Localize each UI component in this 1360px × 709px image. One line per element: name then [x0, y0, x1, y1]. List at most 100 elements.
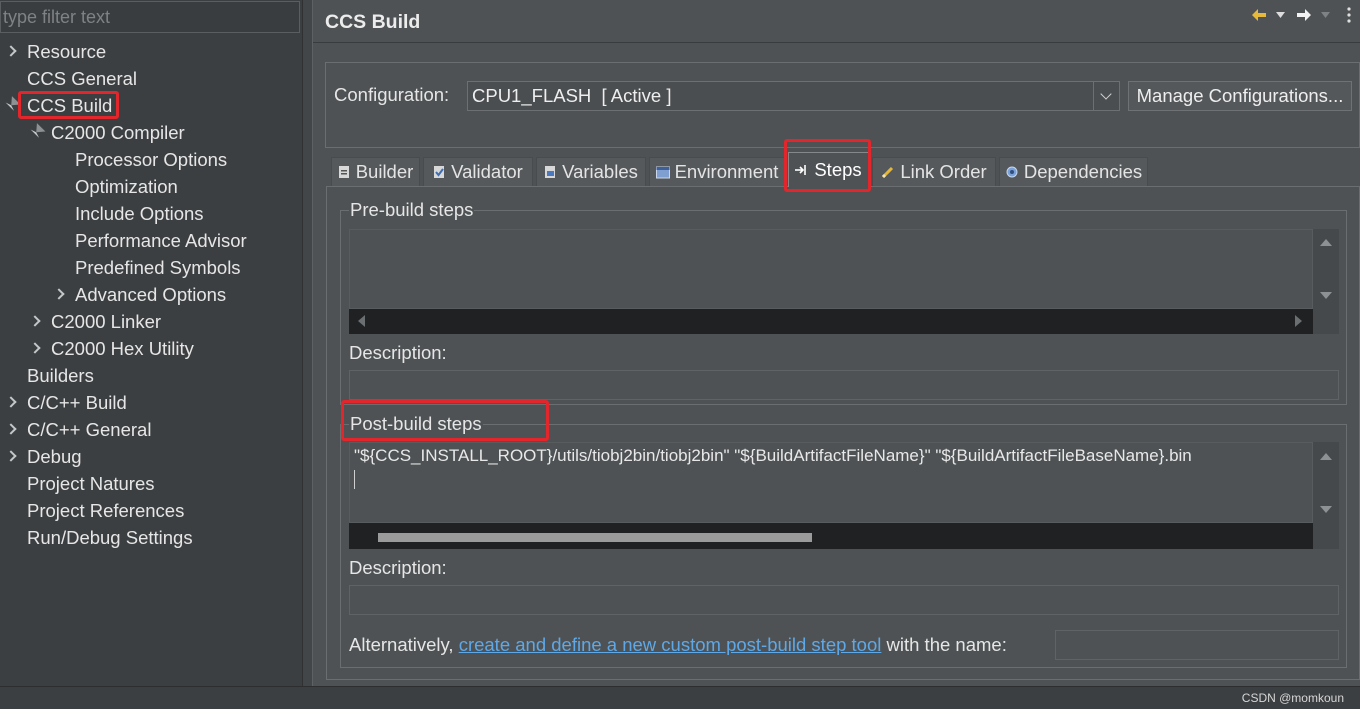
property-page: CCS Build Configuration: CPU1_FLASH [ Ac… — [313, 0, 1360, 686]
tab-label: Environment — [674, 161, 779, 182]
tree-item-label: CCS General — [27, 68, 138, 89]
pre-build-description-input[interactable] — [349, 370, 1339, 400]
post-build-command-text: "${CCS_INSTALL_ROOT}/utils/tiobj2bin/tio… — [354, 446, 1192, 465]
chevron-right-icon[interactable] — [29, 342, 41, 354]
tree-item-c2000-hex-utility[interactable]: C2000 Hex Utility — [0, 335, 300, 362]
back-history-menu-icon[interactable] — [1276, 7, 1285, 23]
tree-item-include-options[interactable]: Include Options — [0, 200, 300, 227]
variables-icon — [544, 165, 557, 179]
chevron-right-icon[interactable] — [53, 288, 65, 300]
tree-item-processor-options[interactable]: Processor Options — [0, 146, 300, 173]
scroll-up-arrow-icon[interactable] — [1320, 453, 1332, 460]
tree-item-label: Builders — [27, 365, 94, 386]
pre-build-description-label: Description: — [349, 342, 447, 363]
tree-item-ccs-general[interactable]: CCS General — [0, 65, 300, 92]
tree-item-label: C/C++ Build — [27, 392, 127, 413]
tree-item-c2000-compiler[interactable]: C2000 Compiler — [0, 119, 300, 146]
header-separator — [313, 42, 1360, 43]
tree-item-cpp-build[interactable]: C/C++ Build — [0, 389, 300, 416]
tree-item-c2000-linker[interactable]: C2000 Linker — [0, 308, 300, 335]
tree-item-optimization[interactable]: Optimization — [0, 173, 300, 200]
tree-item-label: C2000 Linker — [51, 311, 162, 332]
validator-icon — [433, 165, 446, 179]
chevron-right-icon[interactable] — [5, 423, 17, 435]
custom-tool-suffix: with the name: — [881, 634, 1007, 655]
configuration-value: CPU1_FLASH [ Active ] — [472, 85, 672, 106]
tree-item-label: Predefined Symbols — [75, 257, 241, 278]
tree-item-label: Advanced Options — [75, 284, 227, 305]
status-bar: CSDN @momkoun — [0, 686, 1360, 709]
tab-label: Dependencies — [1023, 161, 1143, 182]
tree-item-label: Debug — [27, 446, 82, 467]
tree-item-predefined-symbols[interactable]: Predefined Symbols — [0, 254, 300, 281]
tree-item-builders[interactable]: Builders — [0, 362, 300, 389]
tree-item-advanced-options[interactable]: Advanced Options — [0, 281, 300, 308]
chevron-right-icon[interactable] — [29, 315, 41, 327]
tab-label: Builder — [355, 161, 414, 182]
custom-tool-name-input[interactable] — [1055, 630, 1339, 660]
tree-item-debug[interactable]: Debug — [0, 443, 300, 470]
chevron-down-icon — [1100, 88, 1112, 100]
create-custom-step-tool-link[interactable]: create and define a new custom post-buil… — [459, 634, 882, 655]
configuration-select[interactable]: CPU1_FLASH [ Active ] — [467, 81, 1120, 111]
chevron-right-icon[interactable] — [5, 45, 17, 57]
post-build-vertical-scrollbar[interactable] — [1313, 442, 1339, 523]
scroll-left-arrow-icon[interactable] — [358, 315, 365, 327]
scroll-down-arrow-icon[interactable] — [1320, 292, 1332, 299]
post-build-steps-group: Post-build steps "${CCS_INSTALL_ROOT}/ut… — [340, 413, 1347, 668]
pre-build-horizontal-scrollbar[interactable] — [349, 309, 1313, 334]
scrollbar-corner — [1313, 309, 1339, 334]
forward-history-menu-icon[interactable] — [1321, 7, 1330, 23]
tree-item-label: Performance Advisor — [75, 230, 247, 251]
chevron-down-icon[interactable] — [30, 123, 46, 138]
custom-tool-row: Alternatively, create and define a new c… — [349, 632, 1007, 658]
tree-item-run-debug-settings[interactable]: Run/Debug Settings — [0, 524, 300, 551]
back-arrow-icon[interactable] — [1252, 7, 1266, 23]
tab-builder[interactable]: Builder — [331, 157, 420, 186]
environment-icon — [655, 166, 670, 179]
custom-tool-prefix: Alternatively, — [349, 634, 459, 655]
scrollbar-corner — [1313, 523, 1339, 549]
tab-label: Validator — [451, 161, 523, 182]
scroll-down-arrow-icon[interactable] — [1320, 506, 1332, 513]
tab-validator[interactable]: Validator — [423, 157, 533, 186]
tree-item-label: Project Natures — [27, 473, 155, 494]
tree-item-resource[interactable]: Resource — [0, 38, 300, 65]
scroll-up-arrow-icon[interactable] — [1320, 239, 1332, 246]
filter-input[interactable] — [0, 1, 300, 33]
tree-item-performance-advisor[interactable]: Performance Advisor — [0, 227, 300, 254]
tab-environment[interactable]: Environment — [649, 157, 785, 186]
annotation-highlight-post-build-label — [341, 400, 549, 441]
post-build-horizontal-scrollbar[interactable] — [349, 523, 1313, 549]
post-build-hscroll-thumb[interactable] — [377, 533, 812, 542]
tab-variables[interactable]: Variables — [536, 157, 646, 186]
pane-splitter[interactable] — [302, 0, 313, 686]
pre-build-vertical-scrollbar[interactable] — [1313, 229, 1339, 309]
post-build-description-input[interactable] — [349, 585, 1339, 615]
post-build-description-label: Description: — [349, 557, 447, 578]
forward-arrow-icon[interactable] — [1297, 7, 1311, 23]
scroll-right-arrow-icon[interactable] — [1295, 315, 1302, 327]
pre-build-steps-group: Pre-build steps Description: — [340, 199, 1347, 405]
tab-dependencies[interactable]: Dependencies — [999, 157, 1148, 186]
tree-item-project-natures[interactable]: Project Natures — [0, 470, 300, 497]
more-options-icon[interactable] — [1347, 5, 1351, 25]
tree-item-label: C2000 Hex Utility — [51, 338, 194, 359]
pre-build-command-textarea[interactable] — [349, 229, 1313, 309]
page-title: CCS Build — [325, 11, 421, 33]
tree-item-cpp-general[interactable]: C/C++ General — [0, 416, 300, 443]
tree-item-label: C/C++ General — [27, 419, 152, 440]
tree-item-label: Run/Debug Settings — [27, 527, 193, 548]
annotation-highlight-steps-tab — [784, 139, 871, 192]
annotation-highlight-ccs-build — [18, 91, 119, 119]
tab-link-order[interactable]: Link Order — [872, 157, 996, 186]
chevron-right-icon[interactable] — [5, 450, 17, 462]
configuration-label: Configuration: — [334, 84, 450, 105]
chevron-right-icon[interactable] — [5, 396, 17, 408]
dropdown-button[interactable] — [1093, 82, 1119, 110]
post-build-command-textarea[interactable]: "${CCS_INSTALL_ROOT}/utils/tiobj2bin/tio… — [349, 442, 1313, 523]
manage-configurations-button[interactable]: Manage Configurations... — [1128, 81, 1352, 111]
tree-item-label: C2000 Compiler — [51, 122, 185, 143]
dependencies-icon — [1005, 165, 1019, 179]
tree-item-project-references[interactable]: Project References — [0, 497, 300, 524]
